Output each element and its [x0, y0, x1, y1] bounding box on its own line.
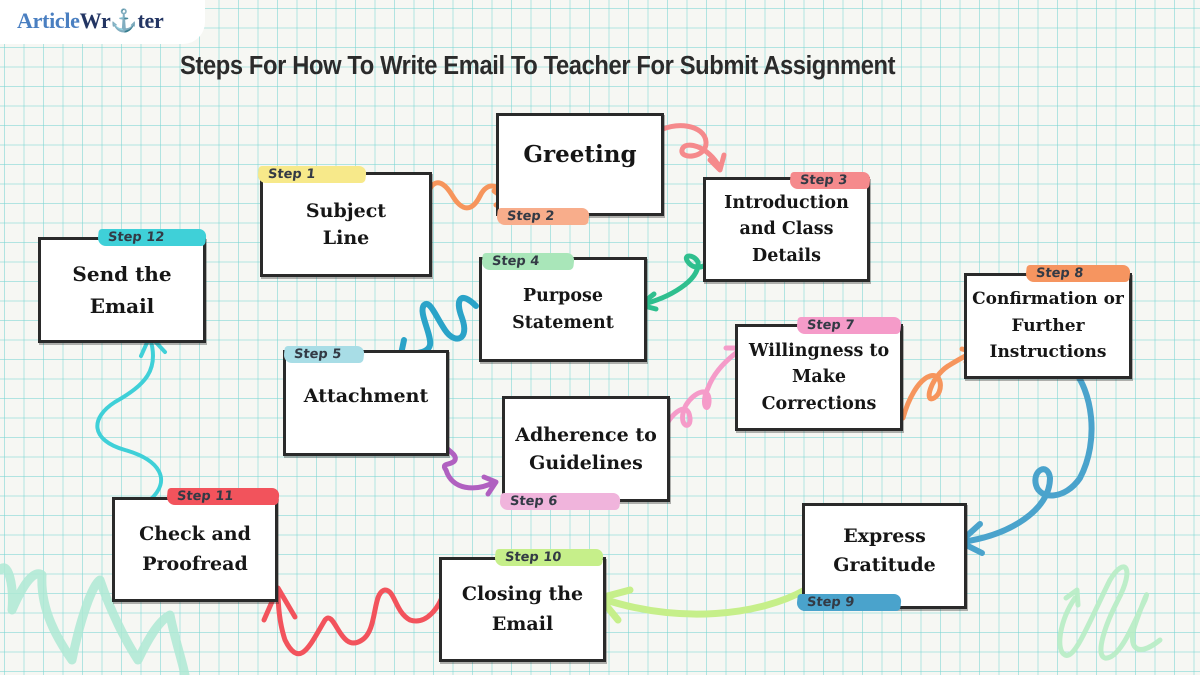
- step-box-10: Closing the Email: [439, 557, 606, 662]
- step-label-1: Subject Line: [305, 200, 387, 249]
- step-tag-12: Step 12: [97, 229, 207, 246]
- step-label-3: Introduction and Class Details: [724, 193, 849, 266]
- step-box-5: Attachment: [283, 350, 449, 456]
- step-box-2: Greeting: [496, 113, 664, 216]
- arrow-step11-to-step12: [95, 336, 163, 502]
- step-label-2: Greeting: [523, 140, 637, 168]
- arrow-step9-to-step10: [596, 586, 809, 618]
- step-box-6: Adherence to Guidelines: [502, 396, 670, 502]
- brand-logo-part1: Article: [17, 8, 80, 33]
- step-box-4: Purpose Statement: [479, 257, 647, 362]
- step-tag-9: Step 9: [796, 594, 902, 611]
- step-box-7: Willingness to Make Corrections: [735, 324, 903, 431]
- step-tag-4: Step 4: [481, 253, 575, 270]
- brand-logo: ArticleWr⚓ter: [17, 8, 164, 34]
- step-tag-1: Step 1: [257, 166, 367, 183]
- step-label-9: Express Gratitude: [833, 524, 936, 576]
- arrow-step4-to-step5: [397, 295, 479, 361]
- arrow-step8-to-step9: [959, 365, 1095, 545]
- page-title: Steps For How To Write Email To Teacher …: [180, 52, 896, 80]
- step-label-10: Closing the Email: [461, 583, 584, 635]
- brand-logo-part2: Wr⚓ter: [79, 8, 164, 33]
- step-box-1: Subject Line: [260, 172, 432, 277]
- arrowhead-step2-to-step3: [707, 152, 727, 173]
- logo-background: ArticleWr⚓ter: [0, 0, 205, 44]
- step-label-5: Attachment: [303, 384, 429, 407]
- step-box-8: Confirmation or Further Instructions: [964, 273, 1132, 379]
- step-tag-8: Step 8: [1025, 265, 1131, 282]
- step-label-8: Confirmation or Further Instructions: [972, 289, 1124, 363]
- step-label-7: Willingness to Make Corrections: [748, 341, 890, 414]
- step-label-6: Adherence to Guidelines: [515, 423, 657, 475]
- step-tag-2: Step 2: [496, 208, 590, 225]
- arrow-step1-to-step2: [422, 180, 509, 211]
- step-tag-6: Step 6: [499, 493, 621, 510]
- arrowhead-step5-to-step6: [481, 474, 499, 497]
- scribble-doodle: [1057, 564, 1163, 661]
- step-label-11: Check and Proofread: [139, 523, 251, 575]
- step-tag-11: Step 11: [166, 488, 280, 505]
- step-box-11: Check and Proofread: [112, 497, 278, 602]
- step-label-4: Purpose Statement: [512, 286, 614, 333]
- arrow-step2-to-step3: [652, 123, 723, 171]
- step-box-12: Send the Email: [38, 237, 206, 343]
- step-tag-10: Step 10: [494, 549, 604, 566]
- step-tag-7: Step 7: [796, 317, 902, 334]
- arrow-step10-to-step11: [275, 582, 449, 657]
- step-tag-3: Step 3: [789, 172, 871, 189]
- step-label-12: Send the Email: [72, 262, 172, 318]
- step-box-3: Introduction and Class Details: [703, 177, 870, 282]
- scribble-arrowhead: [1063, 587, 1081, 608]
- step-tag-5: Step 5: [283, 346, 365, 363]
- arrow-step6-to-step7: [660, 347, 743, 433]
